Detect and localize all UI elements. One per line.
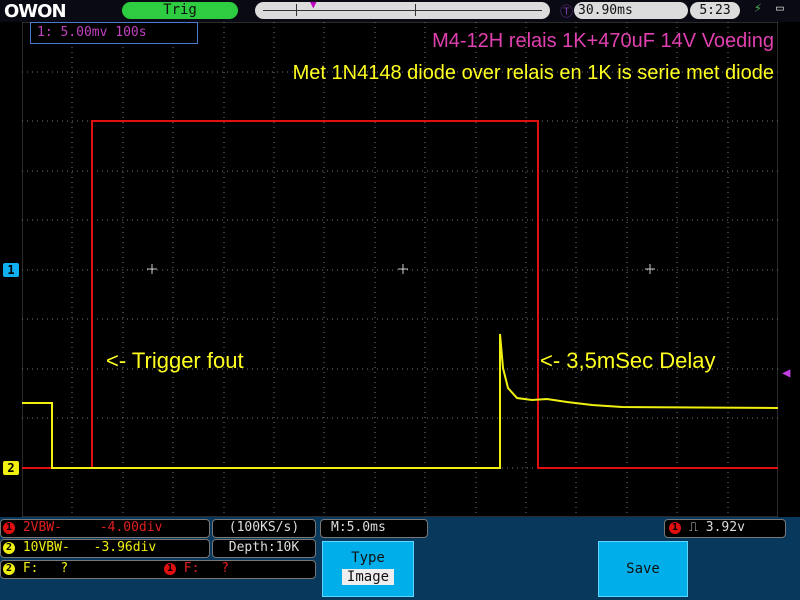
trigger-level: 3.92v bbox=[705, 520, 745, 535]
trigger-time-icon: Ⓣ bbox=[560, 5, 574, 20]
trigger-time-readout: 30.90ms bbox=[574, 2, 688, 19]
time-position-track bbox=[263, 10, 542, 11]
trigger-source-icon: 1 bbox=[669, 521, 681, 534]
trigger-level-marker[interactable]: ◀ bbox=[782, 365, 790, 381]
frequency-info: 2 F: ? 1 F: ? bbox=[0, 560, 316, 579]
ch1-freq-value: ? bbox=[221, 561, 230, 576]
channel-info-box: 1: 5.00mv 100s bbox=[30, 22, 198, 44]
ch1-level-marker[interactable]: 1 bbox=[3, 263, 19, 277]
memory-depth: Depth:10K bbox=[212, 539, 316, 558]
ch1-dot-icon: 1 bbox=[3, 521, 15, 534]
ch1-info[interactable]: 1 2VBW- -4.00div bbox=[0, 519, 210, 538]
ch1-freq-dot-icon: 1 bbox=[163, 562, 176, 575]
clock-readout: 5:23 bbox=[690, 2, 740, 19]
bottom-info-panel: 1 2VBW- -4.00div 2 10VBW- -3.96div (100K… bbox=[0, 517, 800, 600]
save-button[interactable]: Save bbox=[598, 541, 688, 597]
trigger-info[interactable]: 1 ⎍ 3.92v bbox=[664, 519, 786, 538]
ch1-freq-label: F: bbox=[183, 561, 200, 576]
note-subtitle: Met 1N4148 diode over relais en 1K is se… bbox=[292, 62, 774, 84]
view-bracket-left bbox=[296, 4, 301, 16]
annotation-trigger-fout: <- Trigger fout bbox=[106, 348, 244, 373]
ch2-freq-dot-icon: 2 bbox=[3, 562, 15, 575]
battery-icon: ▭ bbox=[776, 1, 784, 16]
ch2-level-marker[interactable]: 2 bbox=[3, 461, 19, 475]
annotation-delay: <- 3,5mSec Delay bbox=[540, 348, 716, 373]
ch2-freq-label: F: bbox=[22, 561, 39, 576]
type-button[interactable]: Type Image bbox=[322, 541, 414, 597]
type-value: Image bbox=[342, 569, 394, 585]
top-status-bar: OWON Trig ▼ Ⓣ 30.90ms 5:23 ⚡ ▭ bbox=[0, 0, 800, 22]
view-bracket-right bbox=[415, 4, 420, 16]
ch1-scale: 2VBW- bbox=[22, 520, 62, 535]
usb-icon: ⚡ bbox=[754, 1, 762, 16]
note-title: M4-12H relais 1K+470uF 14V Voeding bbox=[432, 30, 774, 52]
ch2-offset: -3.96div bbox=[93, 540, 157, 555]
type-label: Type bbox=[351, 550, 385, 566]
ch2-info[interactable]: 2 10VBW- -3.96div bbox=[0, 539, 210, 558]
ch2-dot-icon: 2 bbox=[3, 541, 15, 554]
timebase[interactable]: M:5.0ms bbox=[320, 519, 428, 538]
brand-logo: OWON bbox=[4, 1, 67, 22]
ch2-scale: 10VBW- bbox=[22, 540, 70, 555]
time-position-bar[interactable]: ▼ bbox=[255, 0, 550, 19]
trigger-position-marker: ▼ bbox=[310, 0, 317, 11]
ch2-freq-value: ? bbox=[60, 561, 69, 576]
waveform-display[interactable] bbox=[22, 22, 778, 517]
graticule bbox=[22, 22, 778, 517]
rising-edge-icon: ⎍ bbox=[688, 520, 698, 535]
ch1-offset: -4.00div bbox=[99, 520, 163, 535]
sample-rate: (100KS/s) bbox=[212, 519, 316, 538]
trigger-status-badge: Trig bbox=[122, 2, 238, 19]
